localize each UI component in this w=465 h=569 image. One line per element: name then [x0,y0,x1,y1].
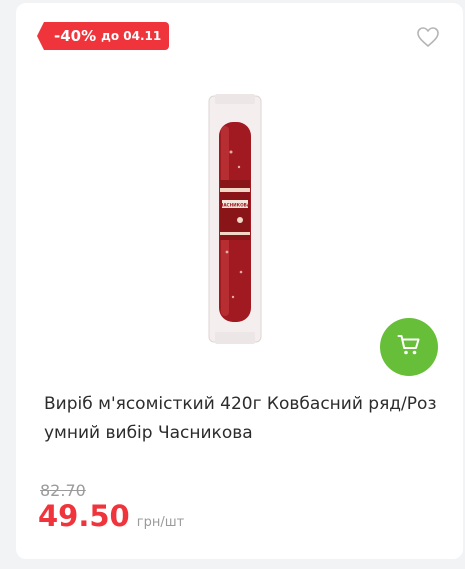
add-to-cart-button[interactable] [380,318,438,376]
price-row: 49.50 грн/шт [38,499,184,533]
heart-outline-icon[interactable] [416,26,440,48]
product-title[interactable]: Виріб м'ясомісткий 420г Ковбасний ряд/Ро… [44,390,444,448]
product-image[interactable]: ЧАСНИКОВА [205,92,267,346]
price-unit: грн/шт [136,515,185,530]
current-price: 49.50 [38,499,130,533]
discount-until: до 04.11 [101,29,162,43]
discount-badge: -40% до 04.11 [36,22,170,50]
package-label: ЧАСНИКОВА [220,203,251,208]
cart-icon [397,334,421,360]
old-price: 82.70 [40,481,86,500]
discount-percent: -40% [54,27,97,45]
